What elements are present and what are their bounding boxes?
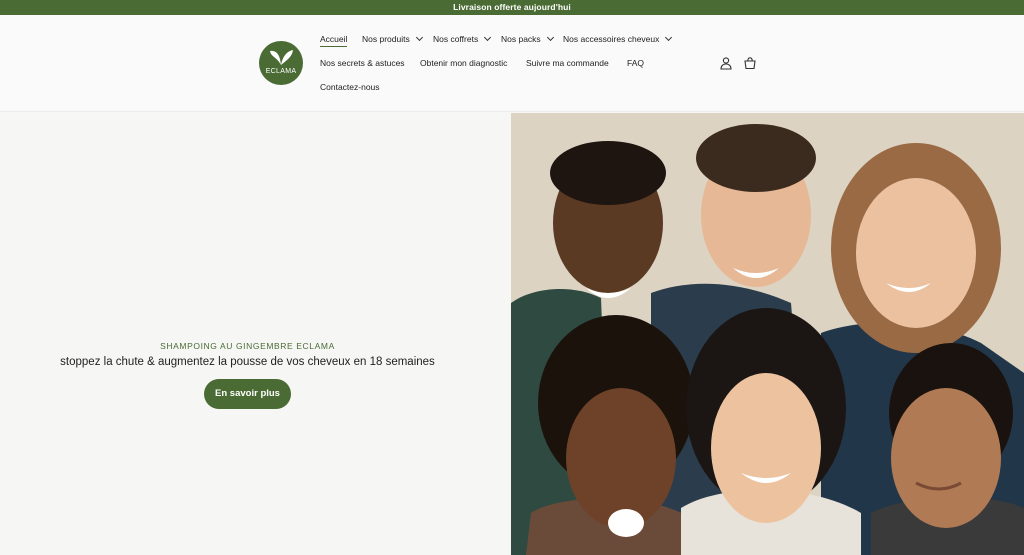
nav-nos-coffrets[interactable]: Nos coffrets bbox=[433, 33, 492, 44]
account-icon[interactable] bbox=[719, 56, 733, 70]
nav-nos-produits-label: Nos produits bbox=[362, 34, 410, 44]
leaf-icon bbox=[270, 50, 293, 65]
nav-secrets-astuces-label: Nos secrets & astuces bbox=[320, 58, 405, 68]
chevron-down-icon bbox=[484, 33, 492, 42]
group-photo-illustration bbox=[511, 113, 1024, 555]
nav-contact[interactable]: Contactez-nous bbox=[320, 82, 380, 92]
chevron-down-icon bbox=[546, 33, 554, 42]
hero-eyebrow: SHAMPOING AU GINGEMBRE ECLAMA bbox=[160, 341, 335, 351]
site-header: ECLAMA Accueil Nos produits Nos coffrets… bbox=[0, 15, 1024, 112]
nav-diagnostic[interactable]: Obtenir mon diagnostic bbox=[420, 58, 507, 68]
nav-nos-produits[interactable]: Nos produits bbox=[362, 33, 423, 44]
nav-contact-label: Contactez-nous bbox=[320, 82, 380, 92]
hero-headline: stoppez la chute & augmentez la pousse d… bbox=[60, 356, 435, 368]
brand-logo-text: ECLAMA bbox=[265, 68, 297, 75]
brand-logo[interactable]: ECLAMA bbox=[259, 41, 303, 85]
announcement-bar: Livraison offerte aujourd'hui bbox=[0, 0, 1024, 15]
nav-suivre-commande-label: Suivre ma commande bbox=[526, 58, 609, 68]
hero-text-panel: SHAMPOING AU GINGEMBRE ECLAMA stoppez la… bbox=[0, 113, 511, 555]
chevron-down-icon bbox=[665, 33, 673, 42]
nav-nos-accessoires[interactable]: Nos accessoires cheveux bbox=[563, 33, 673, 44]
nav-diagnostic-label: Obtenir mon diagnostic bbox=[420, 58, 508, 68]
cart-icon[interactable] bbox=[743, 56, 757, 70]
nav-nos-packs[interactable]: Nos packs bbox=[501, 33, 554, 44]
nav-nos-accessoires-label: Nos accessoires cheveux bbox=[563, 34, 660, 44]
nav-faq-label: FAQ bbox=[627, 58, 645, 68]
nav-suivre-commande[interactable]: Suivre ma commande bbox=[526, 58, 609, 68]
nav-accueil-label: Accueil bbox=[320, 34, 348, 44]
nav-nos-packs-label: Nos packs bbox=[501, 34, 541, 44]
nav-nos-coffrets-label: Nos coffrets bbox=[433, 34, 479, 44]
en-savoir-plus-button[interactable]: En savoir plus bbox=[204, 379, 291, 409]
nav-faq[interactable]: FAQ bbox=[627, 58, 644, 68]
nav-secrets-astuces[interactable]: Nos secrets & astuces bbox=[320, 58, 405, 68]
nav-accueil[interactable]: Accueil bbox=[320, 34, 348, 47]
chevron-down-icon bbox=[415, 33, 423, 42]
hero-image bbox=[511, 113, 1024, 555]
